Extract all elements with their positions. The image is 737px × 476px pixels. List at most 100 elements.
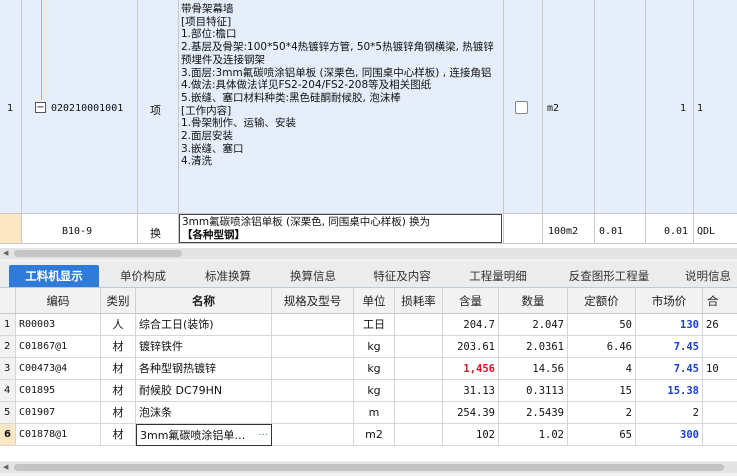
resource-code[interactable]: C01867@1	[16, 336, 101, 358]
resource-quantity[interactable]: 2.0361	[499, 336, 568, 358]
tree-connector	[41, 0, 42, 100]
resource-content[interactable]: 203.61	[443, 336, 499, 358]
resource-total[interactable]	[703, 424, 737, 446]
resource-unit[interactable]: m2	[354, 424, 395, 446]
top-horizontal-scrollbar[interactable]: ◀	[0, 248, 737, 259]
resource-loss[interactable]	[395, 402, 443, 424]
resource-unit[interactable]: kg	[354, 336, 395, 358]
resource-loss[interactable]	[395, 424, 443, 446]
resource-content[interactable]: 254.39	[443, 402, 499, 424]
sub-item-type: 换	[150, 227, 161, 240]
collapse-toggle-icon[interactable]: −	[35, 102, 46, 113]
header-content[interactable]: 含量	[443, 288, 499, 314]
ellipsis-button-icon[interactable]: ···	[258, 425, 268, 445]
header-spec[interactable]: 规格及型号	[272, 288, 354, 314]
resource-base-price[interactable]: 4	[568, 358, 636, 380]
resource-base-price[interactable]: 50	[568, 314, 636, 336]
resource-unit[interactable]: m	[354, 402, 395, 424]
resource-total[interactable]: 26	[703, 314, 737, 336]
resource-content[interactable]: 102	[443, 424, 499, 446]
resource-market-price[interactable]: 130	[636, 314, 703, 336]
resource-market-price[interactable]: 7.45	[636, 336, 703, 358]
resource-category[interactable]: 材	[101, 424, 136, 446]
resource-code[interactable]: C01895	[16, 380, 101, 402]
resource-quantity[interactable]: 2.047	[499, 314, 568, 336]
resource-loss[interactable]	[395, 380, 443, 402]
resource-spec[interactable]	[272, 336, 354, 358]
scroll-left-icon[interactable]: ◀	[3, 462, 8, 473]
tab-quantity-detail[interactable]: 工程量明细	[451, 265, 545, 287]
tab-unit-price-composition[interactable]: 单价构成	[103, 265, 183, 287]
resource-code[interactable]: C01878@1	[16, 424, 101, 446]
resource-spec[interactable]	[272, 314, 354, 336]
header-code[interactable]: 编码	[16, 288, 101, 314]
resource-name[interactable]: 耐候胶 DC79HN	[136, 380, 272, 402]
resource-market-price[interactable]: 7.45	[636, 358, 703, 380]
header-total[interactable]: 合	[703, 288, 737, 314]
bottom-horizontal-scrollbar[interactable]: ◀	[0, 462, 737, 473]
resource-code[interactable]: R00003	[16, 314, 101, 336]
resource-base-price[interactable]: 6.46	[568, 336, 636, 358]
tab-description-info[interactable]: 说明信息	[673, 265, 737, 287]
resource-name[interactable]: 综合工日(装饰)	[136, 314, 272, 336]
resource-spec[interactable]	[272, 380, 354, 402]
header-category[interactable]: 类别	[101, 288, 136, 314]
resource-name[interactable]: 各种型钢热镀锌	[136, 358, 272, 380]
resource-total[interactable]	[703, 380, 737, 402]
tab-standard-conversion[interactable]: 标准换算	[187, 265, 269, 287]
resource-unit[interactable]: kg	[354, 358, 395, 380]
header-unit[interactable]: 单位	[354, 288, 395, 314]
resource-unit[interactable]: kg	[354, 380, 395, 402]
resource-base-price[interactable]: 65	[568, 424, 636, 446]
tab-features-content[interactable]: 特征及内容	[357, 265, 447, 287]
resource-category[interactable]: 材	[101, 336, 136, 358]
resource-category[interactable]: 材	[101, 380, 136, 402]
header-loss-rate[interactable]: 损耗率	[395, 288, 443, 314]
resource-code[interactable]: C00473@4	[16, 358, 101, 380]
tab-reverse-graphic-quantity[interactable]: 反查图形工程量	[549, 265, 669, 287]
scrollbar-thumb[interactable]	[14, 250, 182, 257]
header-name[interactable]: 名称	[136, 288, 272, 314]
resource-loss[interactable]	[395, 314, 443, 336]
tab-conversion-info[interactable]: 换算信息	[273, 265, 353, 287]
resource-quantity[interactable]: 1.02	[499, 424, 568, 446]
resource-unit[interactable]: 工日	[354, 314, 395, 336]
resource-content[interactable]: 31.13	[443, 380, 499, 402]
resource-market-price[interactable]: 2	[636, 402, 703, 424]
resource-spec[interactable]	[272, 402, 354, 424]
header-quantity[interactable]: 数量	[499, 288, 568, 314]
resource-code[interactable]: C01907	[16, 402, 101, 424]
resource-category[interactable]: 人	[101, 314, 136, 336]
resource-quantity[interactable]: 2.5439	[499, 402, 568, 424]
resource-market-price[interactable]: 300	[636, 424, 703, 446]
resource-base-price[interactable]: 2	[568, 402, 636, 424]
resource-name[interactable]: 镀锌铁件	[136, 336, 272, 358]
resource-loss[interactable]	[395, 358, 443, 380]
scrollbar-thumb[interactable]	[14, 464, 724, 471]
resource-name[interactable]: 泡沫条	[136, 402, 272, 424]
header-base-price[interactable]: 定额价	[568, 288, 636, 314]
resource-base-price[interactable]: 15	[568, 380, 636, 402]
sub-item-description-editor[interactable]: 3mm氟碳喷涂铝单板 (深栗色, 同围桌中心样板) 换为 【各种型钢】	[179, 214, 502, 243]
resource-name-editor[interactable]: 3mm氟碳喷涂铝单… ···	[136, 424, 272, 446]
header-market-price[interactable]: 市场价	[636, 288, 703, 314]
scroll-left-icon[interactable]: ◀	[3, 248, 8, 259]
item-description[interactable]: 带骨架幕墙 [项目特征] 1.部位:檐口 2.基层及骨架:100*50*4热镀锌…	[181, 3, 499, 168]
tab-labor-material-machine[interactable]: 工料机显示	[9, 265, 99, 287]
resource-content[interactable]: 204.7	[443, 314, 499, 336]
resource-quantity[interactable]: 0.3113	[499, 380, 568, 402]
resource-table: 编码 类别 名称 规格及型号 单位 损耗率 含量 数量 定额价 市场价 合 1 …	[0, 288, 737, 461]
resource-total[interactable]	[703, 402, 737, 424]
resource-quantity[interactable]: 14.56	[499, 358, 568, 380]
resource-loss[interactable]	[395, 336, 443, 358]
resource-total[interactable]: 10	[703, 358, 737, 380]
resource-content[interactable]: 1,456	[443, 358, 499, 380]
resource-total[interactable]	[703, 336, 737, 358]
resource-spec[interactable]	[272, 424, 354, 446]
resource-category[interactable]: 材	[101, 402, 136, 424]
resource-market-price[interactable]: 15.38	[636, 380, 703, 402]
resource-category[interactable]: 材	[101, 358, 136, 380]
sub-item-unit: 100m2	[548, 226, 579, 237]
row-checkbox[interactable]	[515, 101, 528, 114]
resource-spec[interactable]	[272, 358, 354, 380]
